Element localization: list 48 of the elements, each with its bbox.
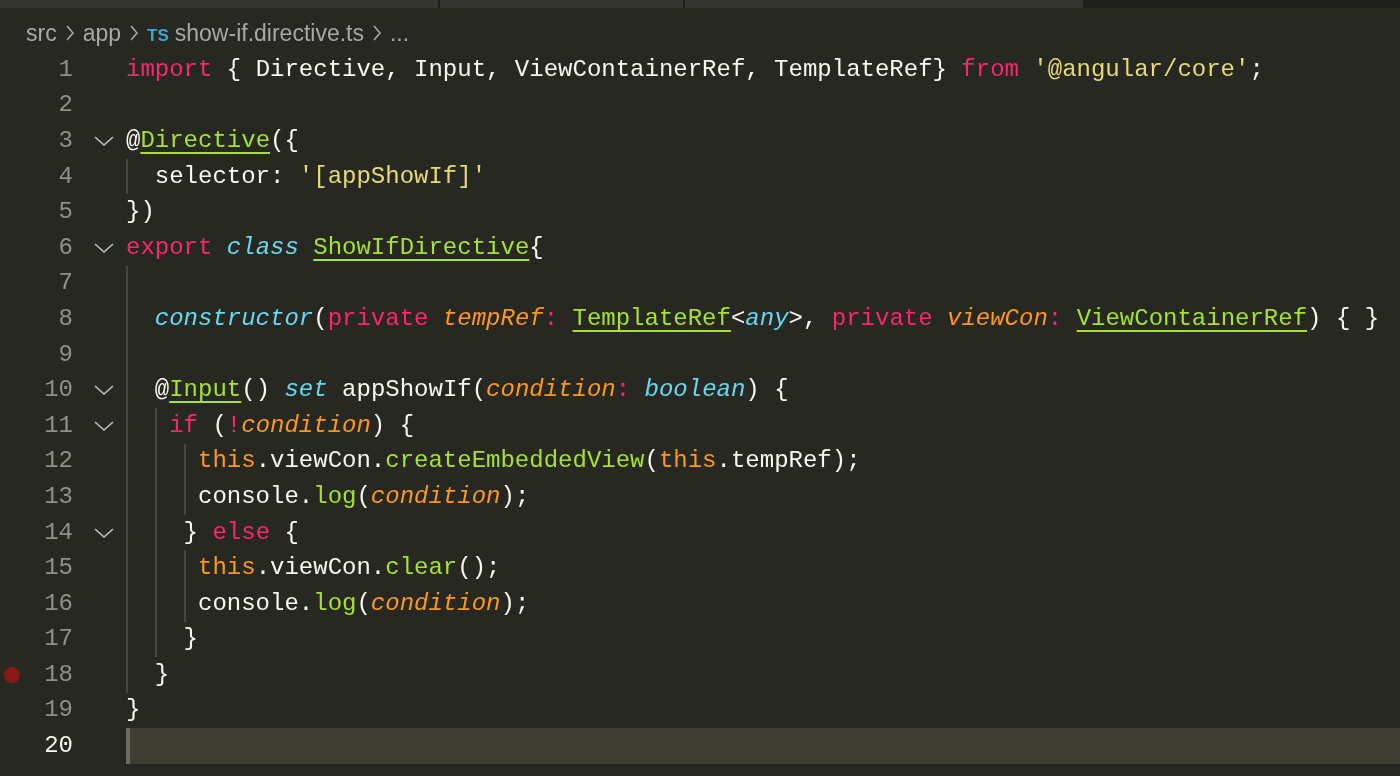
- code-line: console.log(condition);: [197, 481, 530, 512]
- code-line: } else {: [182, 517, 299, 548]
- fold-chevron-icon[interactable]: [93, 525, 115, 540]
- code-line: }: [126, 695, 141, 726]
- code-line: this.viewCon.clear();: [197, 553, 501, 584]
- fold-chevron-icon[interactable]: [93, 134, 115, 148]
- fold-chevron-icon[interactable]: [93, 383, 115, 398]
- chevron-right-icon: [371, 24, 382, 42]
- line-number: 5: [57, 197, 73, 228]
- breadcrumb-folder[interactable]: src: [26, 15, 57, 51]
- fold-chevron-icon[interactable]: [93, 240, 115, 255]
- code-line: this.viewCon.createEmbeddedView(this.tempRef);: [197, 446, 861, 477]
- line-number: 4: [57, 161, 73, 192]
- chevron-right-icon: [64, 24, 75, 42]
- line-number: 20: [43, 731, 73, 762]
- line-number: 7: [57, 268, 73, 299]
- line-number: 17: [43, 624, 73, 655]
- code-line: selector: '[appShowIf]': [153, 161, 487, 192]
- breadcrumb-file[interactable]: TS show-if.directive.ts: [147, 15, 364, 51]
- line-number: 11: [43, 410, 73, 441]
- line-number: 14: [43, 517, 73, 548]
- line-number: 16: [43, 588, 73, 619]
- line-number: 15: [43, 553, 73, 584]
- chevron-right-icon: [129, 24, 140, 42]
- line-number: 10: [43, 375, 73, 406]
- code-line: import { Directive, Input, ViewContainerRef, TemplateRef} from '@angular/core';: [126, 54, 1264, 85]
- fold-chevron-icon[interactable]: [93, 418, 115, 433]
- breadcrumb-folder[interactable]: app: [82, 15, 122, 51]
- code-line: }: [153, 659, 170, 690]
- line-number: 12: [43, 446, 73, 477]
- line-number: 13: [43, 481, 73, 512]
- code-line: export class ShowIfDirective{: [126, 232, 544, 263]
- line-number: 3: [57, 126, 73, 156]
- code-line: @Input() set appShowIf(condition: boolean) {: [153, 375, 789, 406]
- code-line: }): [126, 197, 155, 228]
- code-line: }: [182, 624, 198, 655]
- line-number: 1: [57, 54, 73, 85]
- line-number: 18: [43, 659, 73, 690]
- code-line: constructor(private tempRef: TemplateRef<any>, private viewCon: ViewContainerRef) { }: [153, 303, 1380, 334]
- line-number: 19: [43, 695, 73, 726]
- line-number: 2: [57, 90, 73, 121]
- line-number: 8: [57, 303, 73, 334]
- line-number: 9: [57, 339, 73, 370]
- line-number: 6: [57, 232, 73, 263]
- code-line: if (!condition) {: [168, 410, 415, 441]
- code-line: console.log(condition);: [197, 588, 530, 619]
- breadcrumb-more[interactable]: ...: [389, 15, 410, 51]
- code-line: @Directive({: [126, 126, 299, 156]
